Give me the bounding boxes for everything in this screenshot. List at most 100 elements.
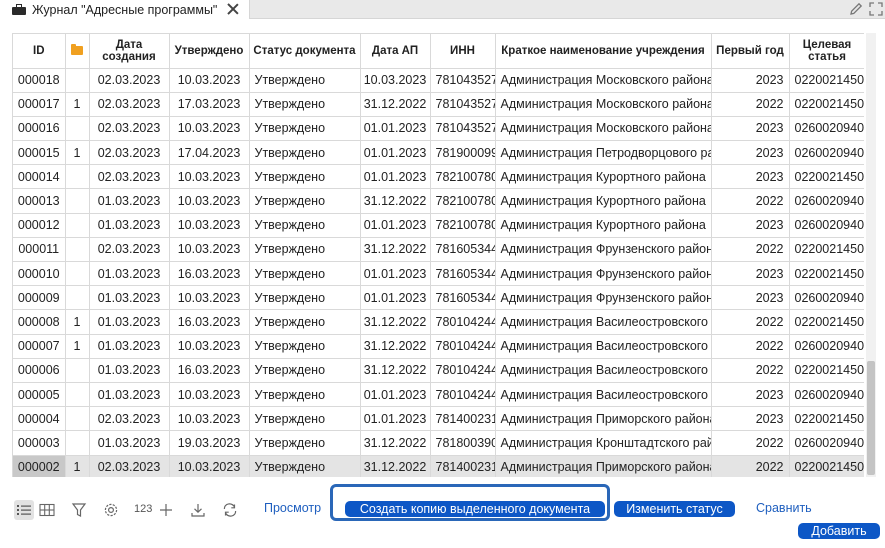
cell-status[interactable]: Утверждено: [249, 334, 361, 359]
cell-created[interactable]: 01.03.2023: [89, 382, 170, 408]
download-icon[interactable]: [188, 500, 208, 520]
table-row[interactable]: 000004 02.03.2023 10.03.2023 Утверждено 01.0…: [13, 406, 864, 432]
cell-created[interactable]: 01.03.2023: [89, 430, 170, 456]
cell-flag[interactable]: [65, 382, 90, 408]
table-row[interactable]: 000009 01.03.2023 10.03.2023 Утверждено 01.0…: [13, 285, 864, 311]
gear-icon[interactable]: [101, 500, 121, 520]
table-row[interactable]: 000005 01.03.2023 10.03.2023 Утверждено 01.0…: [13, 382, 864, 408]
list-view-icon[interactable]: [14, 500, 34, 520]
cell-name[interactable]: Администрация Московского района: [495, 92, 712, 117]
numbering-toggle[interactable]: 123: [134, 503, 152, 515]
cell-inn[interactable]: 7816053448: [430, 285, 496, 311]
cell-ap-date[interactable]: 01.01.2023: [360, 164, 431, 190]
cell-inn[interactable]: 7810435277: [430, 92, 496, 117]
cell-approved[interactable]: 16.03.2023: [169, 309, 250, 335]
cell-id[interactable]: 000007: [13, 334, 66, 359]
cell-inn[interactable]: 7821007800: [430, 164, 496, 190]
cell-flag[interactable]: 1: [65, 140, 90, 166]
cell-ap-date[interactable]: 01.01.2023: [360, 140, 431, 166]
cell-created[interactable]: 01.03.2023: [89, 213, 170, 238]
cell-status[interactable]: Утверждено: [249, 140, 361, 166]
cell-status[interactable]: Утверждено: [249, 188, 361, 214]
cell-id[interactable]: 000009: [13, 285, 66, 311]
cell-name[interactable]: Администрация Приморского района: [495, 455, 712, 477]
cell-created[interactable]: 02.03.2023: [89, 92, 170, 117]
cell-id[interactable]: 000015: [13, 140, 66, 166]
cell-created[interactable]: 02.03.2023: [89, 68, 170, 93]
cell-id[interactable]: 000006: [13, 358, 66, 383]
cell-article[interactable]: 0220021450: [789, 358, 864, 383]
col-header-ap-date[interactable]: Дата АП: [360, 34, 431, 69]
cell-article[interactable]: 0260020940: [789, 116, 864, 142]
cell-status[interactable]: Утверждено: [249, 116, 361, 142]
cell-article[interactable]: 0260020940: [789, 382, 864, 408]
table-row[interactable]: 000018 02.03.2023 10.03.2023 Утверждено 10.0…: [13, 68, 864, 93]
table-row[interactable]: 000012 01.03.2023 10.03.2023 Утверждено 01.0…: [13, 213, 864, 238]
cell-name[interactable]: Администрация Фрунзенского района: [495, 237, 712, 263]
add-button[interactable]: Добавить: [798, 523, 880, 539]
cell-inn[interactable]: 7821007800: [430, 188, 496, 214]
cell-article[interactable]: 0260020940: [789, 213, 864, 238]
cell-ap-date[interactable]: 31.12.2022: [360, 92, 431, 117]
cell-approved[interactable]: 19.03.2023: [169, 430, 250, 456]
cell-approved[interactable]: 10.03.2023: [169, 285, 250, 311]
cell-status[interactable]: Утверждено: [249, 309, 361, 335]
cell-approved[interactable]: 10.03.2023: [169, 213, 250, 238]
cell-first-year[interactable]: 2022: [711, 334, 790, 359]
cell-created[interactable]: 02.03.2023: [89, 140, 170, 166]
cell-created[interactable]: 02.03.2023: [89, 455, 170, 477]
cell-flag[interactable]: [65, 261, 90, 287]
cell-status[interactable]: Утверждено: [249, 430, 361, 456]
cell-id[interactable]: 000008: [13, 309, 66, 335]
cell-article[interactable]: 0220021450: [789, 92, 864, 117]
cell-status[interactable]: Утверждено: [249, 358, 361, 383]
cell-flag[interactable]: 1: [65, 92, 90, 117]
cell-approved[interactable]: 10.03.2023: [169, 164, 250, 190]
cell-first-year[interactable]: 2022: [711, 309, 790, 335]
cell-ap-date[interactable]: 31.12.2022: [360, 455, 431, 477]
cell-flag[interactable]: [65, 358, 90, 383]
table-row[interactable]: 000015 1 02.03.2023 17.04.2023 Утверждено 01.…: [13, 140, 864, 166]
col-header-name[interactable]: Краткое наименование учреждения: [495, 34, 712, 69]
cell-name[interactable]: Администрация Кронштадтского района: [495, 430, 712, 456]
cell-name[interactable]: Администрация Фрунзенского района: [495, 285, 712, 311]
cell-created[interactable]: 01.03.2023: [89, 188, 170, 214]
cell-ap-date[interactable]: 31.12.2022: [360, 309, 431, 335]
cell-status[interactable]: Утверждено: [249, 164, 361, 190]
col-header-folder[interactable]: [65, 34, 90, 69]
cell-article[interactable]: 0220021450: [789, 68, 864, 93]
pencil-icon[interactable]: [848, 1, 864, 17]
cell-inn[interactable]: 7819000997: [430, 140, 496, 166]
cell-first-year[interactable]: 2022: [711, 358, 790, 383]
cell-status[interactable]: Утверждено: [249, 261, 361, 287]
cell-flag[interactable]: [65, 188, 90, 214]
cell-created[interactable]: 02.03.2023: [89, 406, 170, 432]
scrollbar-thumb[interactable]: [867, 361, 875, 475]
cell-article[interactable]: 0220021450: [789, 261, 864, 287]
cell-first-year[interactable]: 2023: [711, 68, 790, 93]
cell-approved[interactable]: 10.03.2023: [169, 455, 250, 477]
vertical-scrollbar[interactable]: [866, 33, 876, 477]
cell-flag[interactable]: [65, 213, 90, 238]
cell-inn[interactable]: 7814002310: [430, 406, 496, 432]
cell-article[interactable]: 0260020940: [789, 334, 864, 359]
cell-ap-date[interactable]: 01.01.2023: [360, 116, 431, 142]
cell-first-year[interactable]: 2022: [711, 455, 790, 477]
close-icon[interactable]: [226, 2, 240, 16]
table-row[interactable]: 000017 1 02.03.2023 17.03.2023 Утверждено 31.…: [13, 92, 864, 117]
cell-inn[interactable]: 7818003900: [430, 430, 496, 456]
cell-name[interactable]: Администрация Курортного района: [495, 188, 712, 214]
table-row[interactable]: 000007 1 01.03.2023 10.03.2023 Утверждено 31.…: [13, 334, 864, 359]
cell-approved[interactable]: 16.03.2023: [169, 261, 250, 287]
cell-first-year[interactable]: 2022: [711, 430, 790, 456]
table-row[interactable]: 000010 01.03.2023 16.03.2023 Утверждено 01.0…: [13, 261, 864, 287]
cell-name[interactable]: Администрация Василеостровского района: [495, 334, 712, 359]
cell-inn[interactable]: 7801042447: [430, 358, 496, 383]
cell-flag[interactable]: [65, 430, 90, 456]
cell-inn[interactable]: 7801042447: [430, 309, 496, 335]
cell-name[interactable]: Администрация Петродворцового района: [495, 140, 712, 166]
cell-name[interactable]: Администрация Фрунзенского района: [495, 261, 712, 287]
cell-name[interactable]: Администрация Московского района: [495, 68, 712, 93]
cell-ap-date[interactable]: 10.03.2023: [360, 68, 431, 93]
col-header-approved[interactable]: Утверждено: [169, 34, 250, 69]
